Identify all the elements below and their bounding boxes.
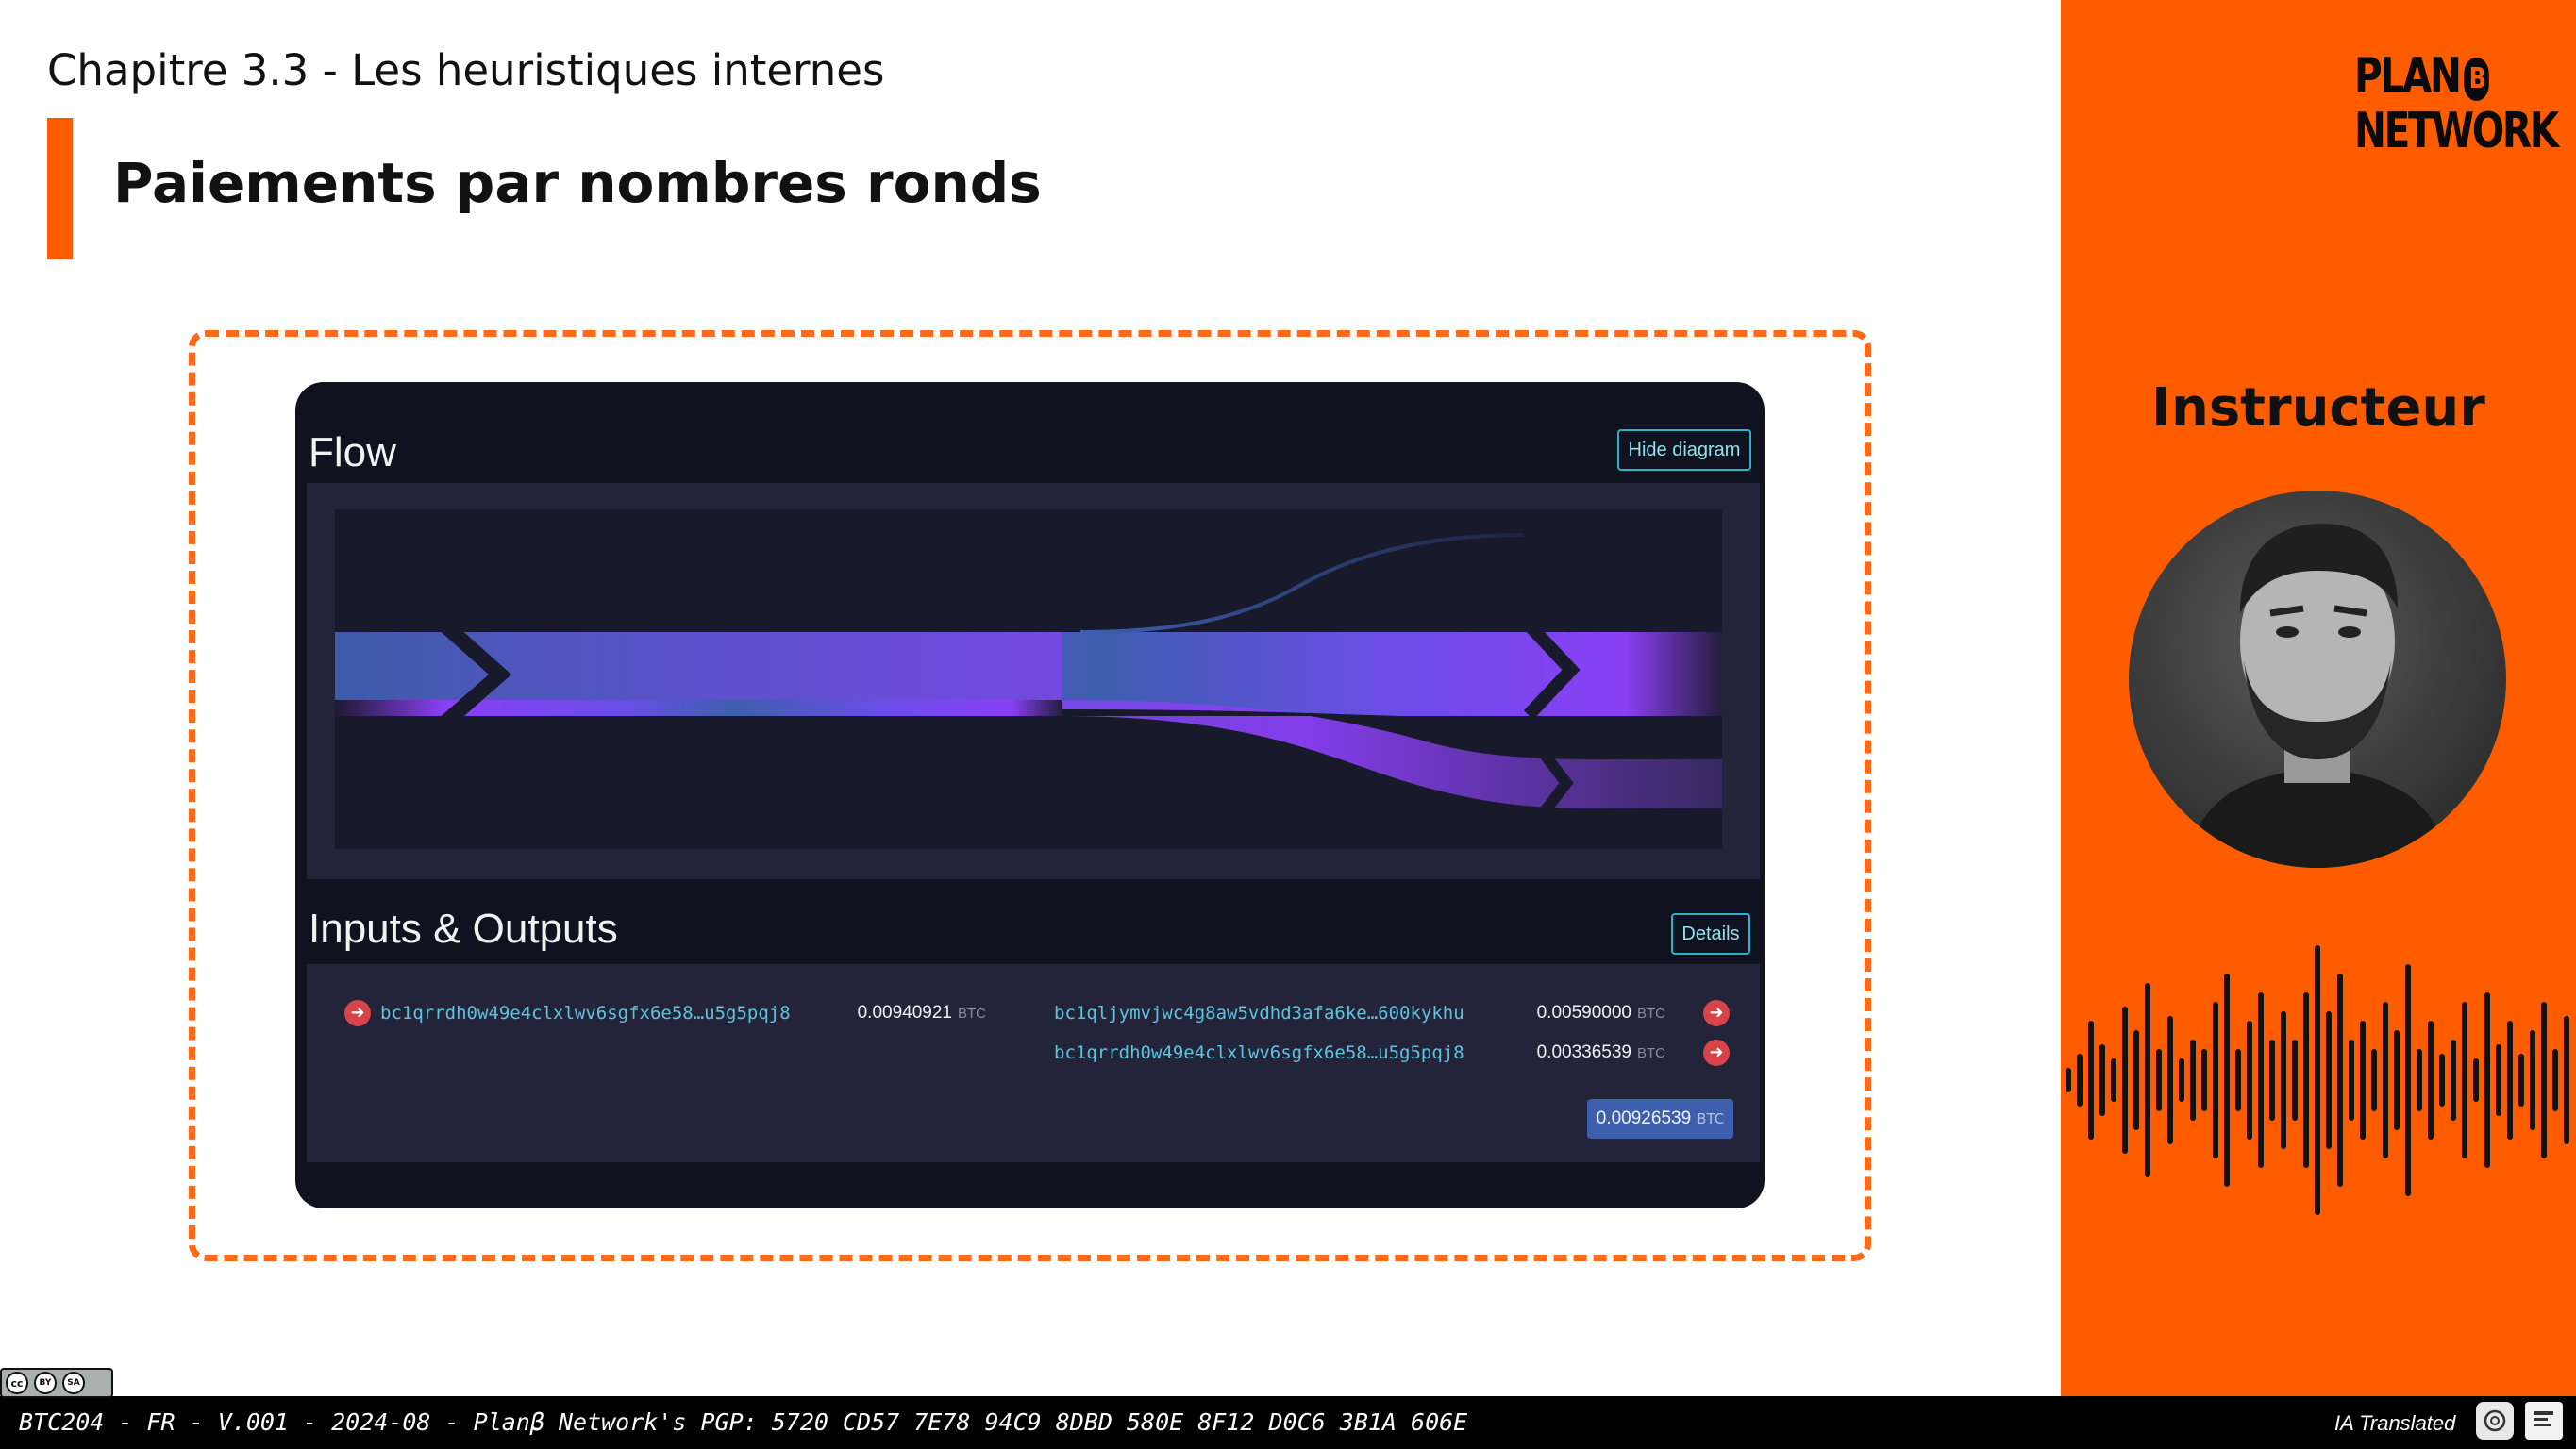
mempool-transaction-panel: Flow Hide diagram Inputs & Outputs Detai… bbox=[295, 382, 1765, 1208]
output-address-link[interactable]: bc1qrrdh0w49e4clxlwv6sgfx6e58…u5g5pqj8 bbox=[1054, 1042, 1464, 1063]
translation-partner-logo-icon bbox=[2525, 1402, 2563, 1440]
flow-diagram-svg bbox=[335, 509, 1722, 849]
flow-diagram bbox=[307, 483, 1760, 879]
sa-icon: SA bbox=[62, 1372, 85, 1394]
output-arrow-icon[interactable]: ➜ bbox=[1703, 1000, 1730, 1026]
flow-title: Flow bbox=[309, 429, 396, 475]
chapter-title: Chapitre 3.3 - Les heuristiques internes bbox=[47, 45, 885, 95]
input-address-link[interactable]: bc1qrrdh0w49e4clxlwv6sgfx6e58…u5g5pqj8 bbox=[380, 1003, 791, 1024]
output-amount: 0.00336539 BTC bbox=[1536, 1042, 1665, 1062]
ia-translated-label: IA Translated bbox=[2334, 1411, 2456, 1435]
output-amount: 0.00590000 BTC bbox=[1536, 1003, 1665, 1023]
cc-license-badge: cc BY SA bbox=[0, 1368, 113, 1398]
title-accent-bar bbox=[47, 118, 73, 259]
ai-translator-icon bbox=[2476, 1402, 2514, 1440]
total-output-badge: 0.00926539 BTC bbox=[1587, 1099, 1733, 1139]
details-button[interactable]: Details bbox=[1671, 913, 1750, 955]
inputs-outputs-box: ➜ bc1qrrdh0w49e4clxlwv6sgfx6e58…u5g5pqj8… bbox=[307, 964, 1760, 1162]
footer-text: BTC204 - FR - V.001 - 2024-08 - Planβ Ne… bbox=[19, 1408, 1468, 1436]
input-amount: 0.00940921 BTC bbox=[857, 1003, 986, 1023]
slide-title: Paiements par nombres ronds bbox=[113, 151, 1042, 215]
io-title: Inputs & Outputs bbox=[309, 906, 618, 952]
instructor-label: Instructeur bbox=[2151, 377, 2485, 439]
plan-b-network-logo: PLAN B NETWORK bbox=[2354, 48, 2559, 159]
instructor-avatar bbox=[2129, 491, 2506, 868]
output-arrow-icon[interactable]: ➜ bbox=[1703, 1040, 1730, 1066]
output-address-link[interactable]: bc1qljymvjwc4g8aw5vdhd3afa6ke…600kykhu bbox=[1054, 1003, 1464, 1024]
by-icon: BY bbox=[34, 1372, 57, 1394]
hide-diagram-button[interactable]: Hide diagram bbox=[1617, 429, 1751, 471]
audio-waveform-icon bbox=[2066, 945, 2569, 1215]
cc-icon: cc bbox=[6, 1372, 28, 1394]
input-arrow-icon[interactable]: ➜ bbox=[344, 1000, 371, 1026]
